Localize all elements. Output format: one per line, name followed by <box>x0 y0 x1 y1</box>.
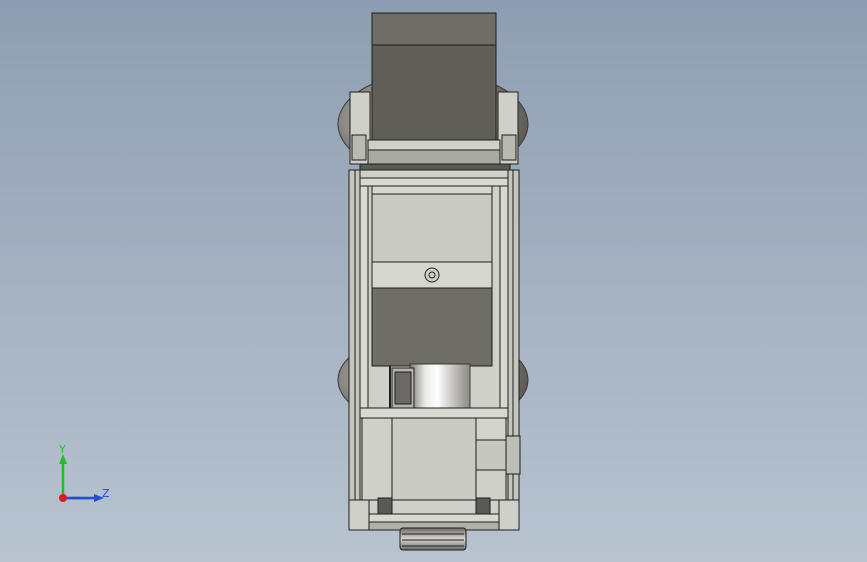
z-axis-label: Z <box>102 487 110 500</box>
cad-viewport[interactable]: Y Z <box>0 0 867 562</box>
bottom-pulley <box>399 527 467 551</box>
x-axis-dot <box>59 494 67 502</box>
lower-gearbox <box>361 417 521 515</box>
axis-triad[interactable]: Y Z <box>50 440 120 510</box>
assembly-model[interactable] <box>0 0 867 562</box>
y-axis-label: Y <box>58 443 66 456</box>
drum-cylinder <box>389 363 471 411</box>
top-motor-block <box>371 12 497 141</box>
center-carriage <box>371 185 493 367</box>
upper-crossbars <box>359 139 511 171</box>
lower-crossbar <box>359 407 509 419</box>
